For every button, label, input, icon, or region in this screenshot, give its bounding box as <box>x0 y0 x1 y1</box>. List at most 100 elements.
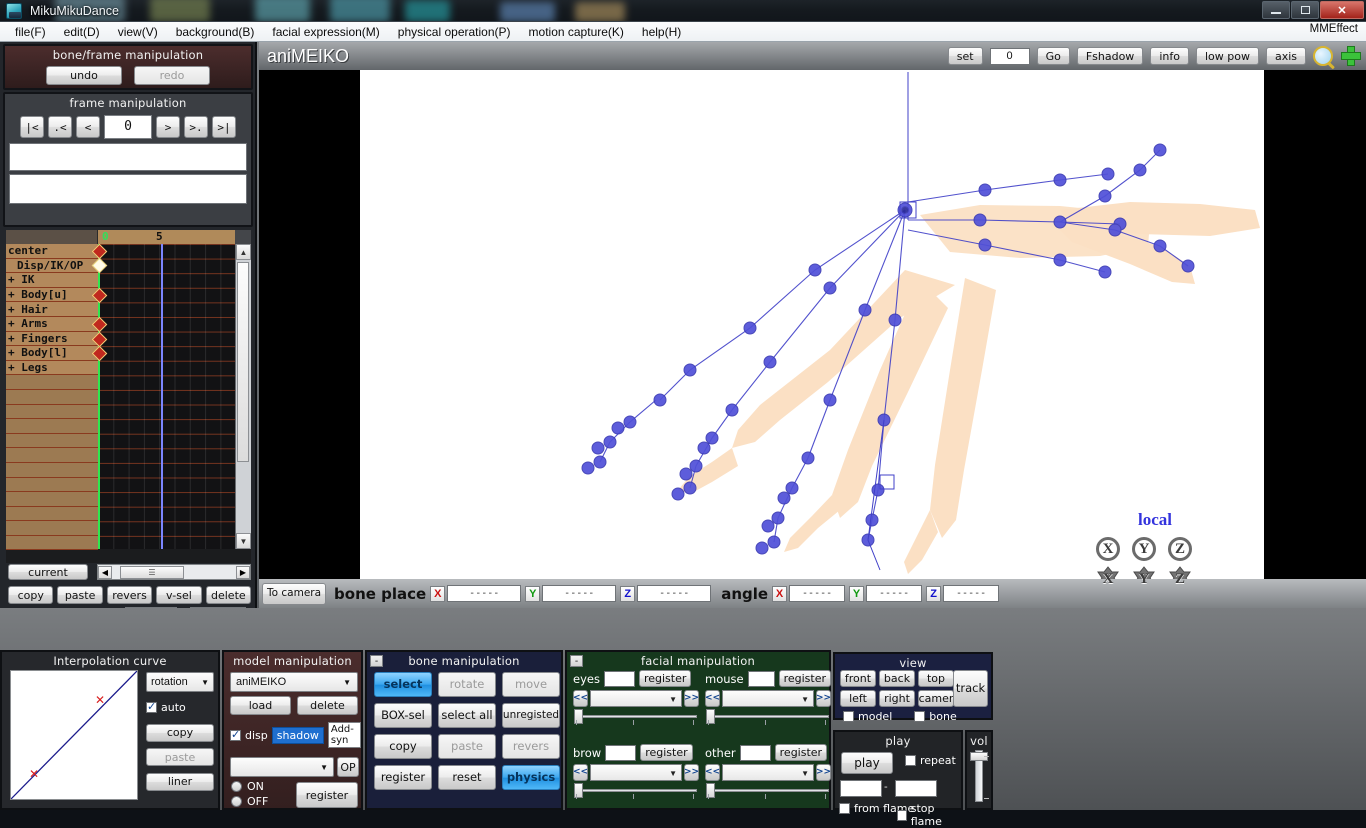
model-select-dropdown[interactable]: aniMEIKO ▼ <box>230 672 358 692</box>
eyes-value-input[interactable] <box>603 670 635 687</box>
brow-register-button[interactable]: register <box>640 744 693 761</box>
timeline-vsel-button[interactable]: v-sel <box>156 586 202 604</box>
low-pow-button[interactable]: low pow <box>1195 47 1259 65</box>
model-delete-button[interactable]: delete <box>297 696 358 715</box>
stop-flame-checkbox[interactable]: stop flame <box>897 802 961 828</box>
bone-select-all-button[interactable]: select all <box>438 703 496 728</box>
timeline-row-body-l[interactable]: + Body[l] <box>6 346 98 361</box>
undo-button[interactable]: undo <box>46 66 122 85</box>
bone-reset-button[interactable]: reset <box>438 765 496 790</box>
timeline-row-fingers[interactable]: + Fingers <box>6 331 98 347</box>
timeline-grid[interactable] <box>91 243 235 549</box>
eyes-next-button[interactable]: >> <box>684 690 699 707</box>
frame-last-button[interactable]: >| <box>212 116 236 138</box>
interpolation-copy-button[interactable]: copy <box>146 723 214 742</box>
menu-facial-expression[interactable]: facial expression(M) <box>263 24 388 40</box>
view-camer-button[interactable]: camer <box>918 690 954 707</box>
other-next-button[interactable]: >> <box>816 764 831 781</box>
axis-button[interactable]: axis <box>1265 47 1306 65</box>
timeline-row-body-u[interactable]: + Body[u] <box>6 287 98 303</box>
current-button[interactable]: current <box>8 564 88 580</box>
menu-motion-capture[interactable]: motion capture(K) <box>520 24 633 40</box>
bone-panel-collapse-button[interactable]: - <box>370 655 383 667</box>
viewport-canvas[interactable]: local X Y Z X Y Z <box>259 70 1264 591</box>
interpolation-curve-canvas[interactable]: ✕ ✕ <box>10 670 138 800</box>
hscroll-thumb[interactable]: ☰ <box>120 565 184 579</box>
close-button[interactable]: ✕ <box>1320 1 1364 19</box>
mouse-slider[interactable] <box>705 709 831 724</box>
menu-physical-operation[interactable]: physical operation(P) <box>389 24 520 40</box>
brow-slider[interactable] <box>573 783 699 798</box>
brow-next-button[interactable]: >> <box>684 764 699 781</box>
frame-prev-key-button[interactable]: .< <box>48 116 72 138</box>
repeat-checkbox[interactable]: repeat <box>905 754 956 767</box>
curve-handle-start[interactable]: ✕ <box>29 767 39 781</box>
brow-prev-button[interactable]: << <box>573 764 588 781</box>
frame-next-button[interactable]: > <box>156 116 180 138</box>
mouse-value-input[interactable] <box>747 670 775 687</box>
go-button[interactable]: Go <box>1036 47 1070 65</box>
menu-view[interactable]: view(V) <box>109 24 167 40</box>
play-button[interactable]: play <box>841 752 893 774</box>
mouse-morph-dropdown[interactable]: ▼ <box>722 690 814 707</box>
op-button[interactable]: OP <box>337 757 359 777</box>
minimize-button[interactable] <box>1262 1 1290 19</box>
frame-number-input[interactable]: 0 <box>104 115 152 139</box>
to-camera-button[interactable]: To camera <box>262 582 327 605</box>
bone-unregisted-button[interactable]: unregisted <box>502 703 560 728</box>
place-y-input[interactable]: ----- <box>542 585 617 602</box>
set-button[interactable]: set <box>947 47 983 65</box>
radio-on[interactable]: ON <box>231 780 264 793</box>
angle-y-input[interactable]: ----- <box>866 585 923 602</box>
interpolation-liner-button[interactable]: liner <box>146 772 214 791</box>
bone-physics-button[interactable]: physics <box>502 765 560 790</box>
disp-checkbox[interactable]: disp <box>230 728 268 742</box>
add-syn-button[interactable]: Add-syn <box>327 722 361 748</box>
mouse-prev-button[interactable]: << <box>705 690 720 707</box>
viewport-render-surface[interactable] <box>360 70 1264 579</box>
play-to-input[interactable] <box>895 780 937 797</box>
timeline-horizontal-scrollbar[interactable]: ◀ ☰ ▶ <box>97 564 251 580</box>
model-register-button[interactable]: register <box>296 782 358 808</box>
interpolation-mode-dropdown[interactable]: rotation ▼ <box>146 672 214 692</box>
frame-info-field-2[interactable] <box>9 174 247 204</box>
timeline-revers-button[interactable]: revers <box>106 586 153 604</box>
viewport-frame-input[interactable]: 0 <box>989 47 1030 65</box>
play-from-input[interactable] <box>840 780 882 797</box>
place-z-input[interactable]: ----- <box>637 585 712 602</box>
angle-z-input[interactable]: ----- <box>943 585 1000 602</box>
timeline-row-disp-ik-op[interactable]: Disp/IK/OP <box>6 258 98 274</box>
other-prev-button[interactable]: << <box>705 764 720 781</box>
view-bone-checkbox[interactable]: bone <box>914 710 957 723</box>
timeline-scroll-thumb[interactable] <box>237 262 249 462</box>
eyes-morph-dropdown[interactable]: ▼ <box>590 690 682 707</box>
timeline-scroll-down-button[interactable]: ▼ <box>236 533 251 549</box>
frame-info-field-1[interactable] <box>9 143 247 171</box>
shadow-button[interactable]: shadow <box>271 726 324 744</box>
bone-select-button[interactable]: select <box>374 672 432 697</box>
brow-value-input[interactable] <box>605 744 637 761</box>
timeline-copy-button[interactable]: copy <box>8 586 54 604</box>
place-x-input[interactable]: ----- <box>447 585 522 602</box>
other-value-input[interactable] <box>739 744 771 761</box>
menu-file[interactable]: file(F) <box>6 24 55 40</box>
view-top-button[interactable]: top <box>918 670 954 687</box>
auto-checkbox[interactable]: auto <box>146 700 186 714</box>
timeline-row-hair[interactable]: + Hair <box>6 302 98 317</box>
maximize-button[interactable] <box>1291 1 1319 19</box>
radio-off[interactable]: OFF <box>231 795 268 808</box>
view-left-button[interactable]: left <box>840 690 876 707</box>
timeline-row-ik[interactable]: + IK <box>6 273 98 288</box>
magnifier-icon[interactable] <box>1313 46 1333 66</box>
menu-edit[interactable]: edit(D) <box>55 24 109 40</box>
other-register-button[interactable]: register <box>774 744 828 761</box>
eyes-slider[interactable] <box>573 709 699 724</box>
bone-register-button[interactable]: register <box>374 765 432 790</box>
timeline-row-center[interactable]: center <box>6 244 98 259</box>
other-morph-dropdown[interactable]: ▼ <box>722 764 814 781</box>
timeline-vertical-scrollbar[interactable]: ▲ ▼ <box>235 244 251 549</box>
bone-copy-button[interactable]: copy <box>374 734 432 759</box>
frame-first-button[interactable]: |< <box>20 116 44 138</box>
timeline-ruler[interactable]: 0 5 <box>98 230 235 244</box>
menu-background[interactable]: background(B) <box>167 24 264 40</box>
